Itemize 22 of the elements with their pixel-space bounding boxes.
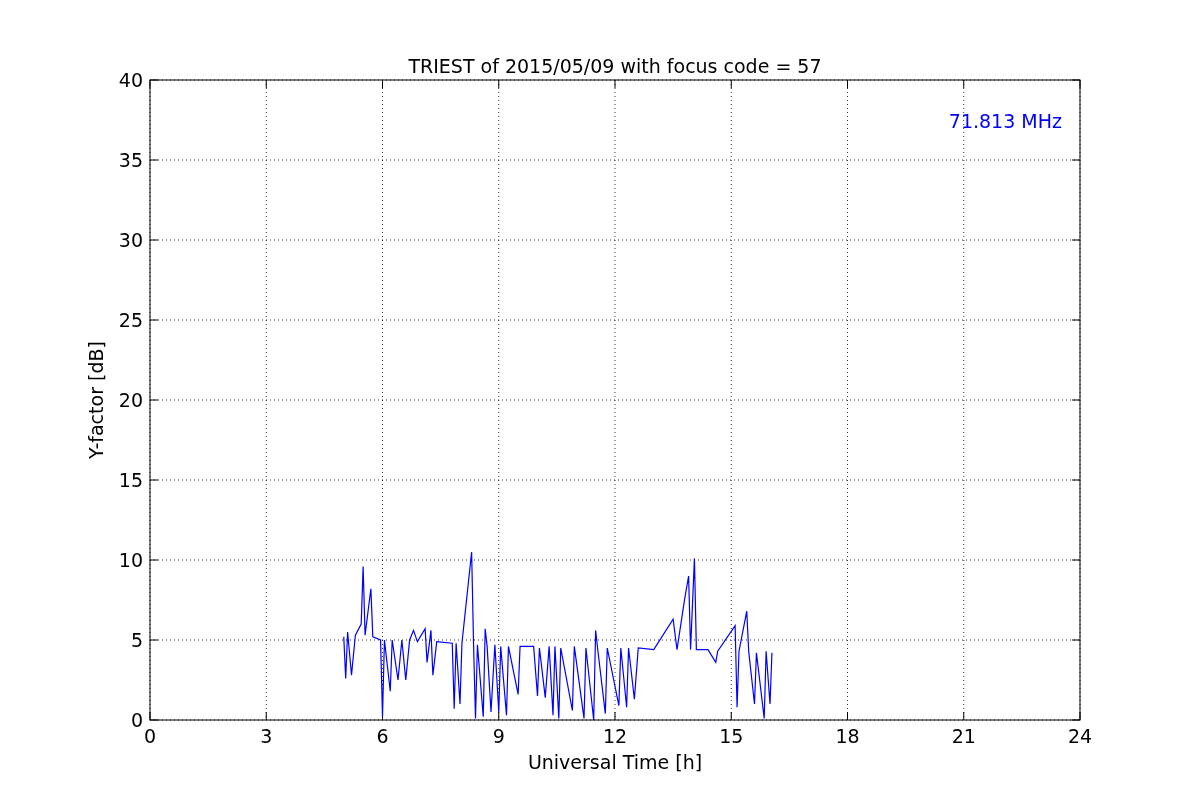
y-tick-label: 5 [130,629,143,651]
x-axis-label: Universal Time [h] [527,751,703,773]
x-tick-label: 12 [602,725,628,747]
y-tick-label: 40 [118,69,143,91]
x-tick-label: 9 [492,725,505,747]
y-tick-label: 30 [118,229,143,251]
y-axis-label: Y-factor [dB] [85,341,107,459]
x-tick-label: 0 [143,725,157,747]
y-tick-label: 15 [118,469,143,491]
y-tick-label: 10 [118,549,143,571]
y-tick-label: 20 [118,389,143,411]
series-label: 71.813 MHz [948,110,1062,132]
x-tick-label: 3 [260,725,273,747]
chart-title: TRIEST of 2015/05/09 with focus code = 57 [408,55,822,77]
y-tick-label: 25 [118,309,143,331]
x-tick-label: 6 [376,725,389,747]
x-tick-label: 24 [1067,725,1093,747]
x-tick-label: 15 [719,725,744,747]
x-tick-label: 21 [951,725,976,747]
y-tick-label: 0 [130,709,143,731]
x-tick-label: 18 [835,725,860,747]
y-tick-label: 35 [118,149,143,171]
